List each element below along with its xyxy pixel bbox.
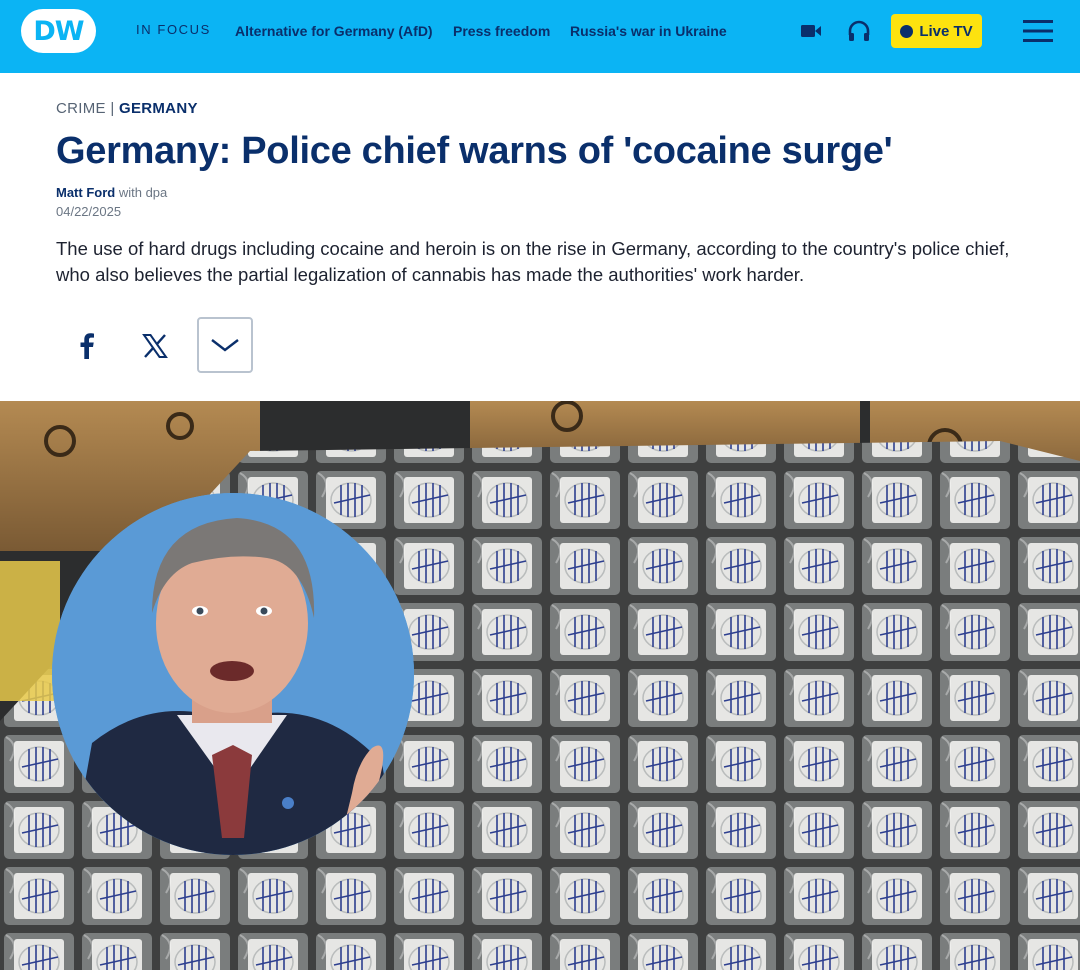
site-header: DW IN FOCUS Alternative for Germany (AfD… <box>0 0 1080 73</box>
live-tv-label: Live TV <box>919 22 973 40</box>
live-dot-icon <box>900 24 914 38</box>
chevron-down-icon <box>211 339 239 352</box>
x-icon <box>142 334 168 358</box>
in-focus-label: IN FOCUS <box>136 22 211 37</box>
hamburger-menu-icon[interactable] <box>1023 17 1053 45</box>
breadcrumb: CRIME | GERMANY <box>56 100 198 117</box>
focus-link-afd[interactable]: Alternative for Germany (AfD) <box>235 23 433 39</box>
author-suffix: with dpa <box>118 185 168 200</box>
police-chief-portrait-illustration <box>52 493 414 855</box>
logo-text: DW <box>33 15 84 47</box>
share-x-button[interactable] <box>131 322 179 370</box>
article-teaser: The use of hard drugs including cocaine … <box>56 238 1010 285</box>
breadcrumb-separator: | <box>110 100 115 117</box>
video-camera-icon[interactable] <box>800 22 822 40</box>
byline: Matt Ford with dpa <box>56 185 167 200</box>
focus-link-ukraine-war[interactable]: Russia's war in Ukraine <box>570 23 727 39</box>
share-facebook-button[interactable] <box>62 322 110 370</box>
author-name[interactable]: Matt Ford <box>56 185 115 200</box>
article-title: Germany: Police chief warns of 'cocaine … <box>56 130 893 172</box>
share-more-button[interactable] <box>197 317 253 373</box>
headphones-icon[interactable] <box>847 20 871 42</box>
section-label[interactable]: GERMANY <box>119 100 198 117</box>
publish-date: 04/22/2025 <box>56 204 122 219</box>
focus-link-press-freedom[interactable]: Press freedom <box>453 23 550 39</box>
live-tv-button[interactable]: Live TV <box>891 14 982 48</box>
facebook-icon <box>80 333 94 359</box>
category-label[interactable]: CRIME <box>56 100 106 117</box>
dw-logo[interactable]: DW <box>21 9 96 53</box>
photo-police-chief-portrait <box>52 493 414 855</box>
